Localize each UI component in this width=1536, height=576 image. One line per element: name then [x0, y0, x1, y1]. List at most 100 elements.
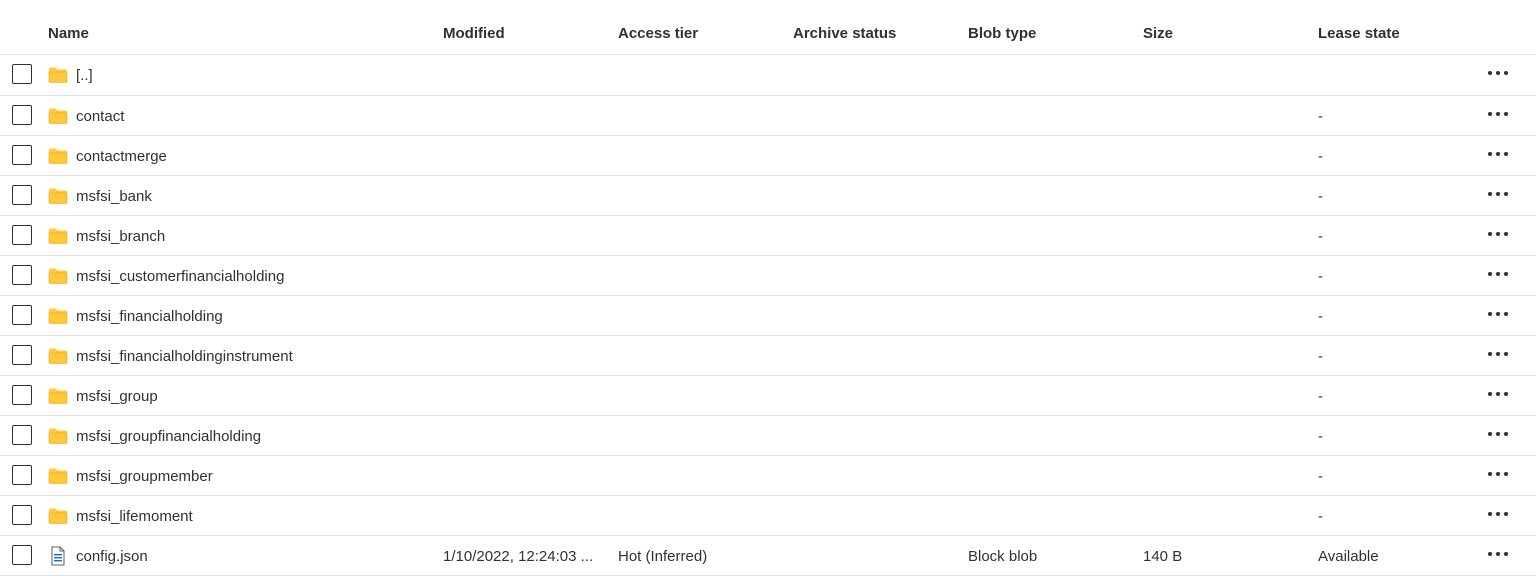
row-checkbox[interactable]: [12, 145, 32, 165]
more-actions-button[interactable]: [1484, 542, 1512, 566]
table-row[interactable]: contact -: [0, 96, 1536, 136]
row-checkbox[interactable]: [12, 305, 32, 325]
table-row[interactable]: msfsi_financialholding -: [0, 296, 1536, 336]
table-row[interactable]: msfsi_groupmember -: [0, 456, 1536, 496]
row-name[interactable]: msfsi_branch: [76, 228, 165, 245]
column-header-modified[interactable]: Modified: [443, 25, 505, 42]
file-icon: [48, 546, 68, 566]
more-actions-button[interactable]: [1484, 102, 1512, 126]
column-header-access-tier[interactable]: Access tier: [618, 25, 698, 42]
table-row[interactable]: msfsi_branch -: [0, 216, 1536, 256]
cell-lease-state: -: [1318, 508, 1323, 525]
column-header-lease-state[interactable]: Lease state: [1318, 25, 1400, 42]
row-checkbox[interactable]: [12, 425, 32, 445]
row-name[interactable]: msfsi_lifemoment: [76, 508, 193, 525]
ellipsis-icon: [1488, 152, 1492, 156]
more-actions-button[interactable]: [1484, 462, 1512, 486]
ellipsis-icon: [1504, 152, 1508, 156]
row-checkbox[interactable]: [12, 105, 32, 125]
table-row[interactable]: contactmerge -: [0, 136, 1536, 176]
table-row[interactable]: msfsi_financialholdinginstrument -: [0, 336, 1536, 376]
more-actions-button[interactable]: [1484, 61, 1512, 85]
row-name[interactable]: contactmerge: [76, 148, 167, 165]
ellipsis-icon: [1496, 152, 1500, 156]
table-row[interactable]: msfsi_lifemoment -: [0, 496, 1536, 536]
blob-list-grid: Name Modified Access tier Archive status…: [0, 0, 1536, 576]
table-row[interactable]: config.json 1/10/2022, 12:24:03 ... Hot (I…: [0, 536, 1536, 576]
more-actions-button[interactable]: [1484, 342, 1512, 366]
row-checkbox[interactable]: [12, 385, 32, 405]
ellipsis-icon: [1496, 192, 1500, 196]
row-name[interactable]: contact: [76, 108, 124, 125]
folder-icon: [48, 387, 68, 405]
cell-lease-state: -: [1318, 108, 1323, 125]
row-name[interactable]: msfsi_financialholding: [76, 308, 223, 325]
table-row[interactable]: msfsi_group -: [0, 376, 1536, 416]
ellipsis-icon: [1488, 112, 1492, 116]
ellipsis-icon: [1504, 352, 1508, 356]
ellipsis-icon: [1496, 312, 1500, 316]
ellipsis-icon: [1496, 112, 1500, 116]
ellipsis-icon: [1504, 472, 1508, 476]
folder-icon: [48, 147, 68, 165]
ellipsis-icon: [1488, 472, 1492, 476]
ellipsis-icon: [1496, 71, 1500, 75]
ellipsis-icon: [1488, 71, 1492, 75]
cell-lease-state: -: [1318, 228, 1323, 245]
ellipsis-icon: [1504, 512, 1508, 516]
row-checkbox[interactable]: [12, 265, 32, 285]
ellipsis-icon: [1504, 552, 1508, 556]
more-actions-button[interactable]: [1484, 182, 1512, 206]
row-name[interactable]: msfsi_groupfinancialholding: [76, 428, 261, 445]
cell-lease-state: -: [1318, 468, 1323, 485]
more-actions-button[interactable]: [1484, 142, 1512, 166]
table-row[interactable]: msfsi_bank -: [0, 176, 1536, 216]
cell-lease-state: -: [1318, 188, 1323, 205]
row-checkbox[interactable]: [12, 64, 32, 84]
cell-access-tier: Hot (Inferred): [618, 548, 708, 565]
row-checkbox[interactable]: [12, 345, 32, 365]
ellipsis-icon: [1504, 432, 1508, 436]
ellipsis-icon: [1488, 432, 1492, 436]
folder-icon: [48, 107, 68, 125]
cell-lease-state: -: [1318, 388, 1323, 405]
more-actions-button[interactable]: [1484, 422, 1512, 446]
grid-body: [..] contact - contactmerge - msfsi_bank - msfs…: [0, 55, 1536, 576]
ellipsis-icon: [1496, 272, 1500, 276]
row-name[interactable]: msfsi_group: [76, 388, 158, 405]
row-checkbox[interactable]: [12, 185, 32, 205]
column-header-blob-type[interactable]: Blob type: [968, 25, 1036, 42]
ellipsis-icon: [1488, 272, 1492, 276]
ellipsis-icon: [1488, 192, 1492, 196]
row-name[interactable]: msfsi_customerfinancialholding: [76, 268, 284, 285]
row-name[interactable]: msfsi_groupmember: [76, 468, 213, 485]
folder-icon: [48, 187, 68, 205]
column-header-name[interactable]: Name: [48, 25, 89, 42]
more-actions-button[interactable]: [1484, 382, 1512, 406]
more-actions-button[interactable]: [1484, 502, 1512, 526]
ellipsis-icon: [1488, 232, 1492, 236]
folder-icon: [48, 267, 68, 285]
row-checkbox[interactable]: [12, 225, 32, 245]
table-row[interactable]: msfsi_groupfinancialholding -: [0, 416, 1536, 456]
row-checkbox[interactable]: [12, 545, 32, 565]
ellipsis-icon: [1488, 512, 1492, 516]
row-checkbox[interactable]: [12, 465, 32, 485]
more-actions-button[interactable]: [1484, 262, 1512, 286]
ellipsis-icon: [1496, 432, 1500, 436]
ellipsis-icon: [1488, 312, 1492, 316]
row-name[interactable]: msfsi_bank: [76, 188, 152, 205]
ellipsis-icon: [1504, 392, 1508, 396]
row-name[interactable]: msfsi_financialholdinginstrument: [76, 348, 293, 365]
table-row[interactable]: msfsi_customerfinancialholding -: [0, 256, 1536, 296]
more-actions-button[interactable]: [1484, 302, 1512, 326]
row-name[interactable]: config.json: [76, 548, 148, 565]
column-header-size[interactable]: Size: [1143, 25, 1173, 42]
column-header-archive-status[interactable]: Archive status: [793, 25, 896, 42]
more-actions-button[interactable]: [1484, 222, 1512, 246]
cell-lease-state: -: [1318, 428, 1323, 445]
row-checkbox[interactable]: [12, 505, 32, 525]
row-name[interactable]: [..]: [76, 67, 93, 84]
table-row[interactable]: [..]: [0, 55, 1536, 96]
ellipsis-icon: [1496, 472, 1500, 476]
